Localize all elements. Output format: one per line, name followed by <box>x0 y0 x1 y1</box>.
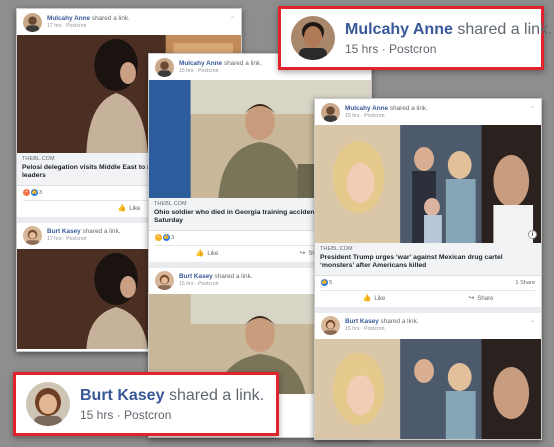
author-avatar[interactable] <box>155 271 174 291</box>
thumbs-up-icon: 👍 <box>117 205 127 213</box>
post-source[interactable]: Postcron <box>364 326 384 332</box>
like-reaction-icon: 👍 <box>321 279 328 287</box>
chevron-down-icon[interactable]: ⌄ <box>530 317 535 324</box>
zoom-callout-burt-kasey: Burt Kasey shared a link. 15 hrs · Postc… <box>13 372 279 436</box>
link-domain: THEBL.COM <box>320 246 353 252</box>
thumbs-up-icon: 👍 <box>362 295 372 303</box>
like-reaction-icon: 👍 <box>31 189 38 197</box>
author-name-link[interactable]: Mulcahy Anne <box>345 21 453 38</box>
author-avatar[interactable] <box>26 382 70 426</box>
post-source[interactable]: Postcron <box>124 408 171 422</box>
post-action-text: shared a link. <box>91 14 130 22</box>
reactions-summary[interactable]: 👍 5 <box>321 279 333 287</box>
author-avatar[interactable] <box>23 12 42 32</box>
chevron-down-icon[interactable]: ⌄ <box>530 103 535 110</box>
post-source[interactable]: Postcron <box>198 68 218 74</box>
link-preview-image[interactable] <box>315 338 541 439</box>
post-card-trump: Mulcahy Anne shared a link. 15 hrs · Pos… <box>314 98 542 440</box>
post-header: Mulcahy Anne shared a link. 17 hrs · Pos… <box>17 9 241 35</box>
reactions-summary[interactable]: • 👍 3 <box>155 234 175 242</box>
link-preview-text[interactable]: THEBL.COM President Trump urges ‘war’ ag… <box>315 243 541 276</box>
author-avatar[interactable] <box>321 102 340 122</box>
share-arrow-icon: ↪ <box>299 250 306 258</box>
author-avatar[interactable] <box>155 57 174 77</box>
share-count[interactable]: 1 Share <box>515 280 535 286</box>
post-source[interactable]: Postcron <box>198 281 218 287</box>
link-preview-image[interactable]: i <box>315 125 541 243</box>
share-arrow-icon: ↪ <box>468 295 475 303</box>
reaction-count: 3 <box>39 189 43 196</box>
author-name-link[interactable]: Burt Kasey <box>345 318 379 325</box>
zoom-callout-mulcahy-anne: Mulcahy Anne shared a link. 15 hrs · Pos… <box>278 6 553 70</box>
like-reaction-icon: 👍 <box>163 234 170 242</box>
post-time[interactable]: 15 hrs <box>80 408 113 422</box>
post-time[interactable]: 15 hrs <box>345 113 359 119</box>
author-avatar[interactable] <box>291 16 335 60</box>
author-name-link[interactable]: Burt Kasey <box>80 387 164 404</box>
post-time[interactable]: 15 hrs <box>179 68 193 74</box>
thumbs-up-icon: 👍 <box>195 250 205 258</box>
author-avatar[interactable] <box>23 226 42 246</box>
post-time[interactable]: 15 hrs <box>345 326 359 332</box>
post-source[interactable]: Postcron <box>66 23 86 29</box>
reaction-bar: 👍 5 1 Share <box>315 276 541 290</box>
post-actions: 👍Like ↪Share <box>321 289 535 307</box>
author-name-link[interactable]: Burt Kasey <box>47 228 81 235</box>
share-button[interactable]: ↪Share <box>469 295 494 302</box>
info-icon[interactable]: i <box>528 230 537 239</box>
post-header: Mulcahy Anne shared a link. 15 hrs · Pos… <box>315 99 541 125</box>
post-time[interactable]: 15 hrs <box>345 42 378 56</box>
chevron-down-icon[interactable]: ⌄ <box>230 13 235 20</box>
angry-reaction-icon: • <box>23 189 30 197</box>
post-header: Burt Kasey shared a link. 15 hrs · Postc… <box>315 313 541 339</box>
like-button[interactable]: 👍 Like <box>196 250 219 257</box>
post-time[interactable]: 17 hrs <box>47 236 61 242</box>
like-button[interactable]: 👍 Like <box>118 205 141 212</box>
post-source[interactable]: Postcron <box>66 236 86 242</box>
author-name-link[interactable]: Mulcahy Anne <box>47 15 90 22</box>
haha-reaction-icon: • <box>155 234 162 242</box>
post-source[interactable]: Postcron <box>364 113 384 119</box>
post-source[interactable]: Postcron <box>389 42 436 56</box>
reaction-count: 3 <box>171 234 175 241</box>
author-name-link[interactable]: Mulcahy Anne <box>345 105 388 112</box>
like-button[interactable]: 👍 Like <box>363 295 386 302</box>
post-time[interactable]: 17 hrs <box>47 23 61 29</box>
reaction-count: 5 <box>329 279 333 286</box>
author-avatar[interactable] <box>321 316 340 336</box>
link-headline[interactable]: President Trump urges ‘war’ against Mexi… <box>320 254 536 271</box>
author-name-link[interactable]: Burt Kasey <box>179 273 213 280</box>
post-time[interactable]: 15 hrs <box>179 281 193 287</box>
author-name-link[interactable]: Mulcahy Anne <box>179 60 222 67</box>
reactions-summary[interactable]: • 👍 3 <box>23 189 43 197</box>
